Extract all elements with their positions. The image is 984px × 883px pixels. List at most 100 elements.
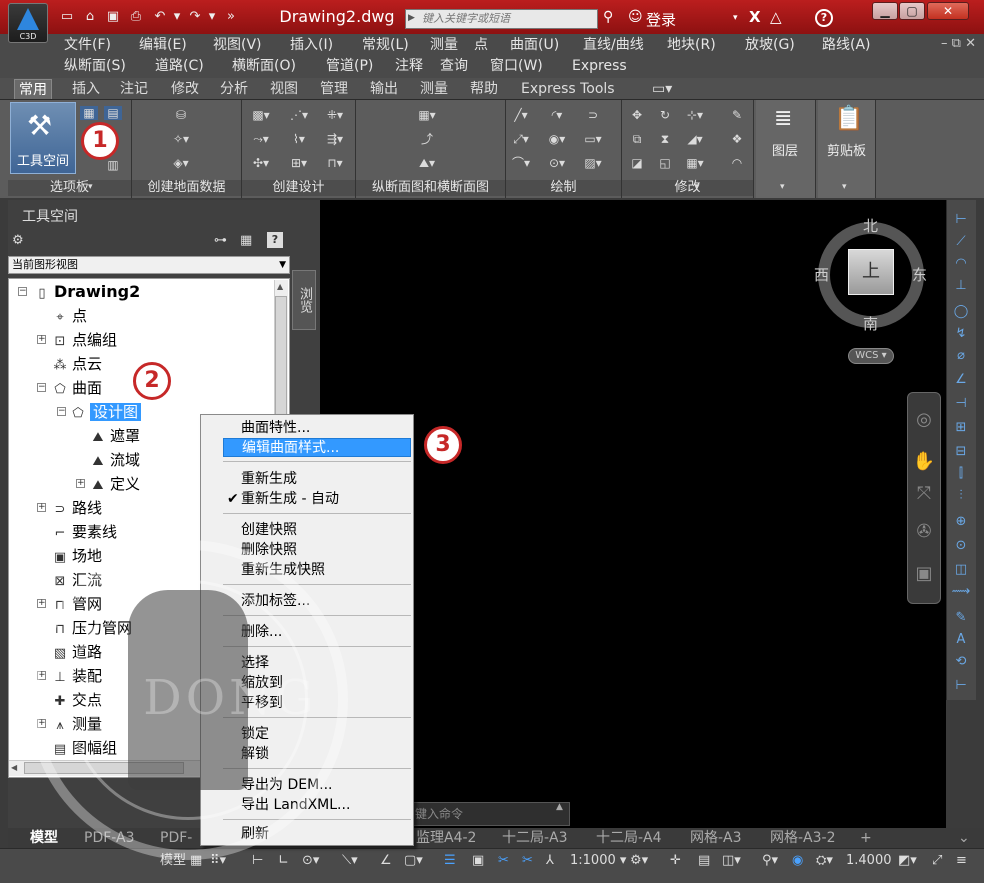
array-icon[interactable]: ▦▾ [686,156,704,170]
clipboard-button[interactable]: 📋 剪贴板 ▾ [818,100,876,198]
toolspace-help-icon[interactable]: ? [267,232,283,248]
crosshair-icon[interactable]: ✛ [670,852,681,870]
toolbox-icon[interactable]: ▥ [104,158,122,172]
menu-grading[interactable]: 放坡(G) [745,35,795,55]
redo-dropdown-icon[interactable]: ▾ [203,8,221,26]
menu-profiles[interactable]: 纵断面(S) [64,56,126,76]
object-snap-tracking-icon[interactable]: ∠ [380,852,392,870]
tab-output[interactable]: 输出 [370,79,398,99]
menu-lines-curves[interactable]: 直线/曲线 [583,35,644,55]
a360-icon[interactable]: △ [770,8,782,26]
customize-status-icon[interactable]: ≡ [956,852,967,870]
menu-edit[interactable]: 编辑(E) [139,35,187,55]
dim-space-icon[interactable]: ⫿ [950,464,972,484]
tree-node-drawing[interactable]: ▯ Drawing2 [34,281,140,303]
collapse-drawing-icon[interactable]: − [18,287,27,296]
binoculars-icon[interactable]: ⚲ [603,9,613,25]
dim-edit-icon[interactable]: ✎ [950,608,972,628]
tree-node-point-groups[interactable]: ⊡ 点编组 [52,329,117,351]
search-input[interactable]: 键入关键字或短语 [405,9,598,29]
toolspace-options-icon[interactable]: ⚙ [12,233,24,248]
spline-icon[interactable]: ⌒▾ [512,156,530,170]
assembly-tool-icon[interactable]: ⊞▾ [290,156,308,170]
tab-layout-bureau12-a4[interactable]: 十二局-A4 [596,829,662,847]
menu-surfaces[interactable]: 曲面(U) [510,35,559,55]
rotate-icon[interactable]: ↻ [656,108,674,122]
panel-title-profile-section-views[interactable]: 纵断面图和横断面图 [356,180,505,196]
ribbon-minimize-icon[interactable]: ▭▾ [652,79,672,99]
alignment-tool-icon[interactable]: ⤳▾ [252,132,270,146]
tree-node-feature-lines[interactable]: ⌐ 要素线 [52,521,117,543]
menu-item-zoom-to[interactable]: 缩放到 [223,674,411,693]
menu-item-pan-to[interactable]: 平移到 [223,694,411,713]
grading-icon[interactable]: ⁜▾ [326,108,344,122]
infer-constraints-icon[interactable]: ⊢ [252,852,263,870]
annotation-scale-select[interactable]: 1:1000 ▾ [570,852,626,870]
pipe-network-tool-icon[interactable]: ⊓▾ [326,156,344,170]
ortho-icon[interactable]: ∟ [278,852,289,870]
isodraft-icon[interactable]: ⟍▾ [342,852,358,870]
import-survey-icon[interactable]: ⛁ [172,108,190,122]
stretch-icon[interactable]: ◪ [628,156,646,170]
annotation-scale-icon[interactable]: ⅄ [546,852,554,870]
copy-icon[interactable]: ⧉ [628,132,646,146]
open-file-icon[interactable]: ⌂ [81,8,99,26]
intersection-tool-icon[interactable]: ✣▾ [252,156,270,170]
tool-space-button[interactable]: ⚒ 工具空间 [10,102,76,174]
elevation-value[interactable]: 1.4000 [846,852,892,870]
login-button[interactable]: 登录 [646,9,676,30]
exchange-apps-icon[interactable]: X [749,8,761,26]
tree-node-sheet-sets[interactable]: ▤ 图幅组 [52,737,117,759]
menu-alignments[interactable]: 路线(A) [822,35,871,55]
rectangle-icon[interactable]: ▭▾ [584,132,602,146]
tab-layout-grid-a3-2[interactable]: 网格-A3-2 [770,829,836,847]
tab-layout-grid-a3[interactable]: 网格-A3 [690,829,742,847]
add-layout-icon[interactable]: + [860,829,872,847]
menu-window[interactable]: 窗口(W) [490,56,543,76]
menu-item-edit-surface-style[interactable]: 编辑曲面样式... [223,438,411,457]
tree-node-points[interactable]: ⌖ 点 [52,305,87,327]
menu-item-create-snapshot[interactable]: 创建快照 [223,521,411,540]
dim-arc-icon[interactable]: ◠ [950,254,972,274]
construction-line-icon[interactable]: ⤢▾ [512,132,530,146]
line-icon[interactable]: ╱▾ [512,108,530,122]
tree-node-survey[interactable]: ⩚ 测量 [52,713,102,735]
menu-parcels[interactable]: 地块(R) [667,35,716,55]
prospector-side-tab[interactable]: 浏览 [292,270,316,330]
tab-model[interactable]: 模型 [30,829,58,847]
menu-item-add-labels[interactable]: 添加标签... [223,592,411,611]
jogged-linear-icon[interactable]: ⟿ [950,582,972,602]
menu-item-rebuild-snapshot[interactable]: 重新生成快照 [223,561,411,580]
menu-item-unlock[interactable]: 解锁 [223,745,411,764]
toolspace-tree-icon[interactable]: ⊶ [214,233,227,248]
menu-sections[interactable]: 横断面(O) [232,56,296,76]
menu-pipes[interactable]: 管道(P) [326,56,373,76]
tree-node-catchments[interactable]: ⊠ 汇流 [52,569,102,591]
dim-ordinate-icon[interactable]: ⊥ [950,276,972,296]
tree-node-sites[interactable]: ▣ 场地 [52,545,102,567]
menu-item-select[interactable]: 选择 [223,654,411,673]
expand-definition-icon[interactable]: + [76,479,85,488]
profile-tool-icon[interactable]: ⌇▾ [290,132,308,146]
dim-angular-icon[interactable]: ∠ [950,370,972,390]
menu-item-rebuild-auto[interactable]: ✔ 重新生成 - 自动 [223,490,411,509]
menu-express[interactable]: Express [572,56,627,76]
move-icon[interactable]: ✥ [628,108,646,122]
modify-expand-icon[interactable]: ▾ [695,182,700,192]
command-history-icon[interactable]: ▲ [556,802,563,812]
tabs-menu-icon[interactable]: ⌄ [958,829,970,847]
trim-icon[interactable]: ⊹▾ [686,108,704,122]
save-icon[interactable]: ▣ [104,8,122,26]
tab-analyze[interactable]: 分析 [220,79,248,99]
dim-aligned-icon[interactable]: ⟋ [950,232,972,252]
menu-insert[interactable]: 插入(I) [290,35,333,55]
tolerance-icon[interactable]: ⊕ [950,512,972,532]
model-space-toggle[interactable]: 模型 [160,852,186,870]
menu-item-export-landxml[interactable]: 导出 LandXML... [223,796,411,815]
grid-icon[interactable]: ▦ [190,852,202,870]
menu-item-lock[interactable]: 锁定 [223,725,411,744]
undo-icon[interactable]: ↶ [151,8,169,26]
redo-icon[interactable]: ↷ [186,8,204,26]
menu-item-surface-properties[interactable]: 曲面特性... [223,419,411,438]
menu-item-refresh[interactable]: 刷新 [223,825,411,844]
